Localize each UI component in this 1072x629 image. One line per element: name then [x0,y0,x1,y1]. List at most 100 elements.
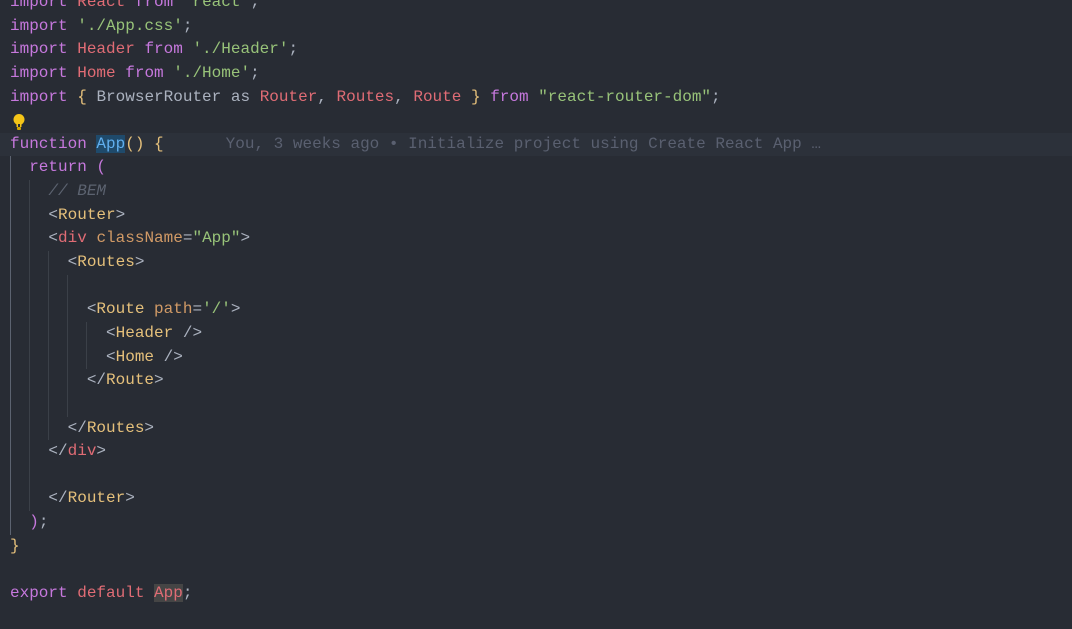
keyword: as [230,87,251,106]
tag-bracket: </ [48,489,68,508]
tag-bracket: </ [67,418,87,437]
indent-guide [10,345,11,370]
paren: ) [29,513,39,532]
lightbulb-icon[interactable] [12,113,26,131]
jsx-tag: Routes [86,418,145,437]
keyword: function [10,134,87,153]
indent-guide [10,321,11,346]
keyword: import [10,16,68,35]
comment: // BEM [48,182,107,201]
code-line-return-close[interactable]: ); [0,511,1072,535]
indent-guide [29,487,30,512]
code-line-empty[interactable] [0,392,1072,417]
identifier: Home [77,63,116,82]
code-line-import-home[interactable]: import Home from './Home'; [0,62,1072,86]
code-line-function-close[interactable]: } [0,535,1072,559]
indent-guide [48,321,49,346]
tag-bracket: < [67,253,78,272]
code-line-empty[interactable] [0,558,1072,582]
jsx-tag: Routes [77,253,135,272]
indent-guide [10,298,11,322]
indent-guide [29,369,30,393]
code-editor[interactable]: import React from 'react'; import './App… [0,0,1072,629]
code-line-routes-open[interactable]: <Routes> [0,251,1072,275]
indent-guide [29,440,30,464]
indent-guide [67,392,68,417]
tag-bracket: > [240,229,251,248]
indent-guide [48,251,49,275]
code-line-empty[interactable] [0,274,1072,299]
code-line[interactable]: import React from 'react'; [0,0,1072,15]
code-line-div-open[interactable]: <div className="App"> [0,227,1072,252]
tag-bracket: > [115,205,126,224]
jsx-tag: Router [58,205,116,224]
punctuation: , [317,87,327,106]
indent-guide [67,298,68,322]
string: '/' [202,300,231,319]
indent-guide [48,392,49,417]
keyword: import [10,87,68,106]
code-line-empty[interactable] [0,463,1072,488]
indent-guide [10,369,11,393]
jsx-tag: Route [96,300,145,319]
code-line-empty[interactable] [0,606,1072,629]
string: "App" [192,229,241,248]
identifier: Router [259,87,318,106]
code-line-routes-close[interactable]: </Routes> [0,416,1072,441]
code-line-home-tag[interactable]: <Home /> [0,345,1072,370]
indent-guide [10,440,11,464]
code-line-route-close[interactable]: </Route> [0,369,1072,393]
indent-guide [67,369,68,393]
brace: } [470,87,481,106]
code-line-route-open[interactable]: <Route path='/'> [0,298,1072,322]
code-line-comment[interactable]: // BEM [0,180,1072,204]
indent-guide [10,156,11,181]
indent-guide [10,463,11,488]
jsx-tag: Header [115,323,174,342]
tag-bracket: /> [154,347,183,366]
string: 'react' [182,0,251,11]
string: "react-router-dom" [538,87,712,106]
code-line-router-open[interactable]: <Router> [0,203,1072,228]
code-line-export[interactable]: export default App; [0,582,1072,606]
indent-guide [29,203,30,228]
indent-guide [67,274,68,299]
tag-bracket: > [134,253,145,272]
indent-guide [10,180,11,204]
attribute: className [96,229,183,248]
keyword: import [10,0,68,11]
brace: } [10,536,20,555]
tag-bracket: > [144,418,155,437]
identifier: Header [77,40,135,59]
keyword: import [10,40,68,59]
jsx-tag: Router [67,489,126,508]
brace: { [77,87,87,106]
punctuation: = [192,300,203,319]
keyword: from [144,40,183,59]
html-tag: div [58,229,87,248]
function-name: App [96,134,126,153]
code-line-empty[interactable] [0,109,1072,133]
code-line-import-router[interactable]: import { BrowserRouter as Router, Routes… [0,86,1072,110]
tag-bracket: > [96,442,107,461]
indent-guide [29,298,30,322]
indent-guide [29,416,30,441]
git-blame-annotation: You, 3 weeks ago • Initialize project us… [225,134,821,153]
tag-bracket: < [48,229,59,248]
indent-guide [29,274,30,299]
string: './Header' [192,40,289,59]
indent-guide [86,345,87,370]
indent-guide [10,251,11,275]
keyword: from [125,63,164,82]
code-line-import-header[interactable]: import Header from './Header'; [0,38,1072,62]
indent-guide [10,416,11,441]
code-line-function-app[interactable]: function App() {You, 3 weeks ago • Initi… [0,132,1072,157]
indent-guide [48,416,49,441]
code-line-return[interactable]: return ( [0,156,1072,181]
code-line-import-css[interactable]: import './App.css'; [0,15,1072,39]
code-line-div-close[interactable]: </div> [0,440,1072,464]
code-line-router-close[interactable]: </Router> [0,487,1072,512]
identifier: BrowserRouter [96,87,222,106]
indent-guide [67,345,68,370]
code-line-header-tag[interactable]: <Header /> [0,321,1072,346]
